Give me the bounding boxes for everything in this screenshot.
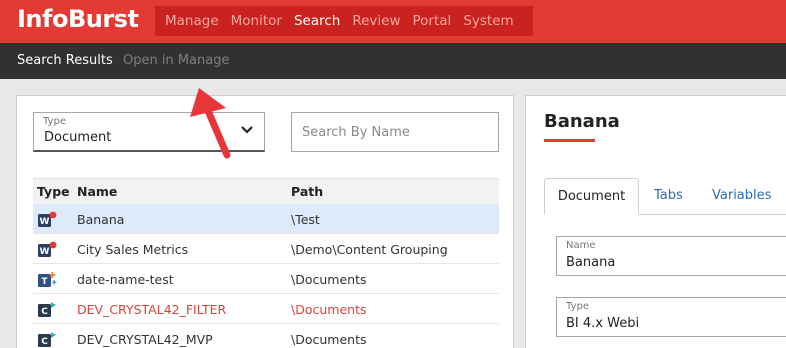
type-select[interactable]: Type Document [33, 112, 265, 152]
table-row[interactable]: T date-name-test \Documents [33, 264, 499, 294]
row-path: \Test [291, 212, 320, 227]
svg-text:T: T [41, 277, 48, 287]
search-results-link[interactable]: Search Results [17, 53, 113, 68]
column-header-path[interactable]: Path [291, 184, 323, 199]
name-field-value: Banana [566, 255, 616, 270]
table-row[interactable]: C DEV_CRYSTAL42_FILTER \Documents [33, 294, 499, 324]
type-select-label: Type [43, 116, 66, 127]
detail-tabs: Document Tabs Variables [544, 178, 786, 215]
nav-item-manage[interactable]: Manage [165, 13, 219, 29]
nav-item-search[interactable]: Search [294, 13, 340, 29]
search-input[interactable] [291, 112, 499, 152]
title-underline [544, 139, 595, 142]
type-field[interactable]: Type BI 4.x Webi [556, 297, 786, 337]
detail-title: Banana [544, 111, 620, 132]
tab-tabs[interactable]: Tabs [654, 178, 683, 215]
main-nav: Manage Monitor Search Review Portal Syst… [155, 6, 533, 36]
svg-text:W: W [40, 217, 50, 227]
search-panel: Type Document Type Name Path W Banana \T… [16, 95, 514, 348]
tableau-icon: T [38, 272, 57, 287]
detail-panel: Banana Document Tabs Variables Name Bana… [525, 95, 786, 348]
table-header: Type Name Path [33, 178, 499, 204]
open-in-manage-link[interactable]: Open in Manage [123, 53, 229, 68]
chevron-down-icon [241, 126, 253, 134]
column-header-type[interactable]: Type [37, 184, 70, 199]
crystal-icon: C [38, 332, 56, 347]
crystal-icon: C [38, 302, 56, 317]
nav-item-system[interactable]: System [463, 13, 513, 29]
type-field-label: Type [566, 301, 589, 312]
type-field-value: BI 4.x Webi [566, 316, 640, 331]
svg-text:W: W [40, 247, 50, 257]
webi-icon: W [38, 241, 57, 257]
sub-nav: Search Results Open in Manage [0, 43, 786, 79]
column-header-name[interactable]: Name [77, 184, 117, 199]
table-row[interactable]: C DEV_CRYSTAL42_MVP \Documents [33, 324, 499, 348]
top-bar: InfoBurst Manage Monitor Search Review P… [0, 0, 786, 43]
name-field-label: Name [566, 240, 596, 251]
webi-icon: W [38, 211, 57, 227]
tab-document[interactable]: Document [544, 178, 639, 215]
row-path: \Documents [291, 332, 367, 347]
type-select-value: Document [44, 130, 112, 145]
row-path: \Documents [291, 272, 367, 287]
tab-variables[interactable]: Variables [712, 178, 771, 215]
nav-item-portal[interactable]: Portal [413, 13, 452, 29]
results-table: Type Name Path W Banana \Test W City Sal… [33, 178, 499, 348]
row-path: \Demo\Content Grouping [291, 242, 448, 257]
row-name: Banana [77, 212, 125, 227]
table-row[interactable]: W City Sales Metrics \Demo\Content Group… [33, 234, 499, 264]
row-name: DEV_CRYSTAL42_FILTER [77, 302, 227, 317]
row-path: \Documents [291, 302, 367, 317]
table-row[interactable]: W Banana \Test [33, 204, 499, 234]
nav-item-monitor[interactable]: Monitor [231, 13, 282, 29]
app-logo[interactable]: InfoBurst [17, 5, 139, 33]
row-name: City Sales Metrics [77, 242, 189, 257]
name-field[interactable]: Name Banana [556, 236, 786, 276]
nav-item-review[interactable]: Review [352, 13, 400, 29]
svg-text:C: C [41, 337, 48, 347]
row-name: DEV_CRYSTAL42_MVP [77, 332, 213, 347]
svg-text:C: C [41, 307, 48, 317]
row-name: date-name-test [77, 272, 174, 287]
